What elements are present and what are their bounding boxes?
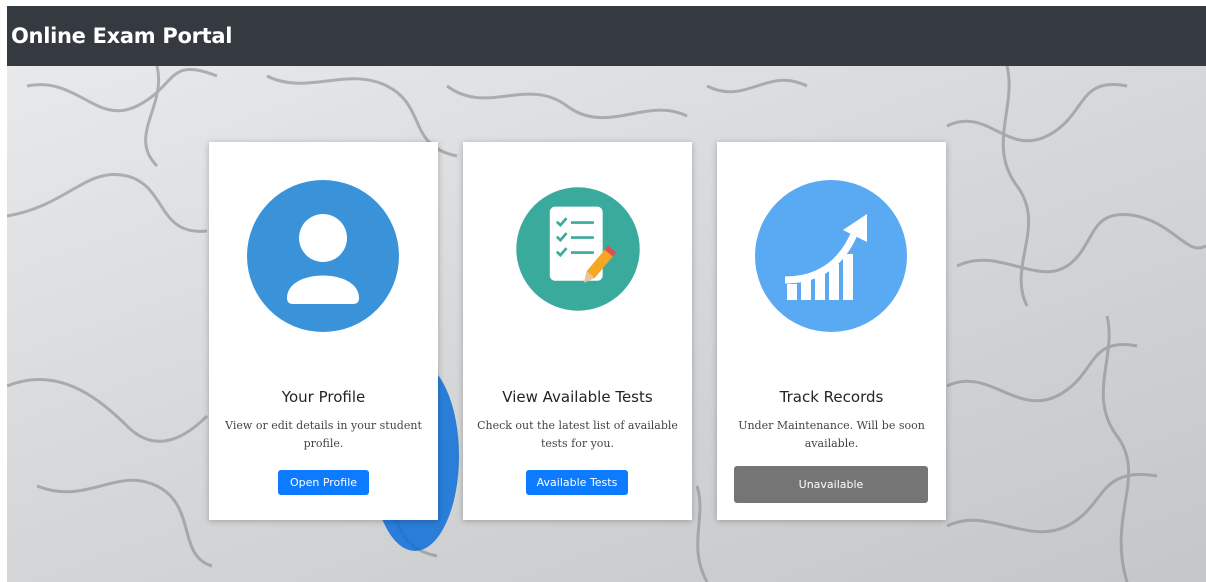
available-tests-button[interactable]: Available Tests: [526, 470, 628, 495]
checklist-icon: [516, 187, 640, 311]
unavailable-button[interactable]: Unavailable: [734, 466, 928, 503]
card-description: Check out the latest list of available t…: [477, 419, 678, 450]
card-description: View or edit details in your student pro…: [225, 419, 422, 450]
page-frame: Online Exam Portal Your Profile View or …: [7, 6, 1206, 582]
card-title: Track Records: [779, 388, 884, 406]
navbar: Online Exam Portal: [7, 6, 1206, 66]
card-view-available-tests: View Available Tests Check out the lates…: [463, 142, 692, 520]
card-title: Your Profile: [281, 388, 366, 406]
open-profile-button[interactable]: Open Profile: [278, 470, 369, 495]
card-your-profile: Your Profile View or edit details in you…: [209, 142, 438, 520]
card-title: View Available Tests: [502, 388, 653, 406]
navbar-brand[interactable]: Online Exam Portal: [11, 24, 232, 48]
user-icon: [247, 180, 399, 332]
growth-chart-icon: [755, 180, 907, 332]
card-description: Under Maintenance. Will be soon availabl…: [738, 419, 925, 450]
card-track-records: Track Records Under Maintenance. Will be…: [717, 142, 946, 520]
